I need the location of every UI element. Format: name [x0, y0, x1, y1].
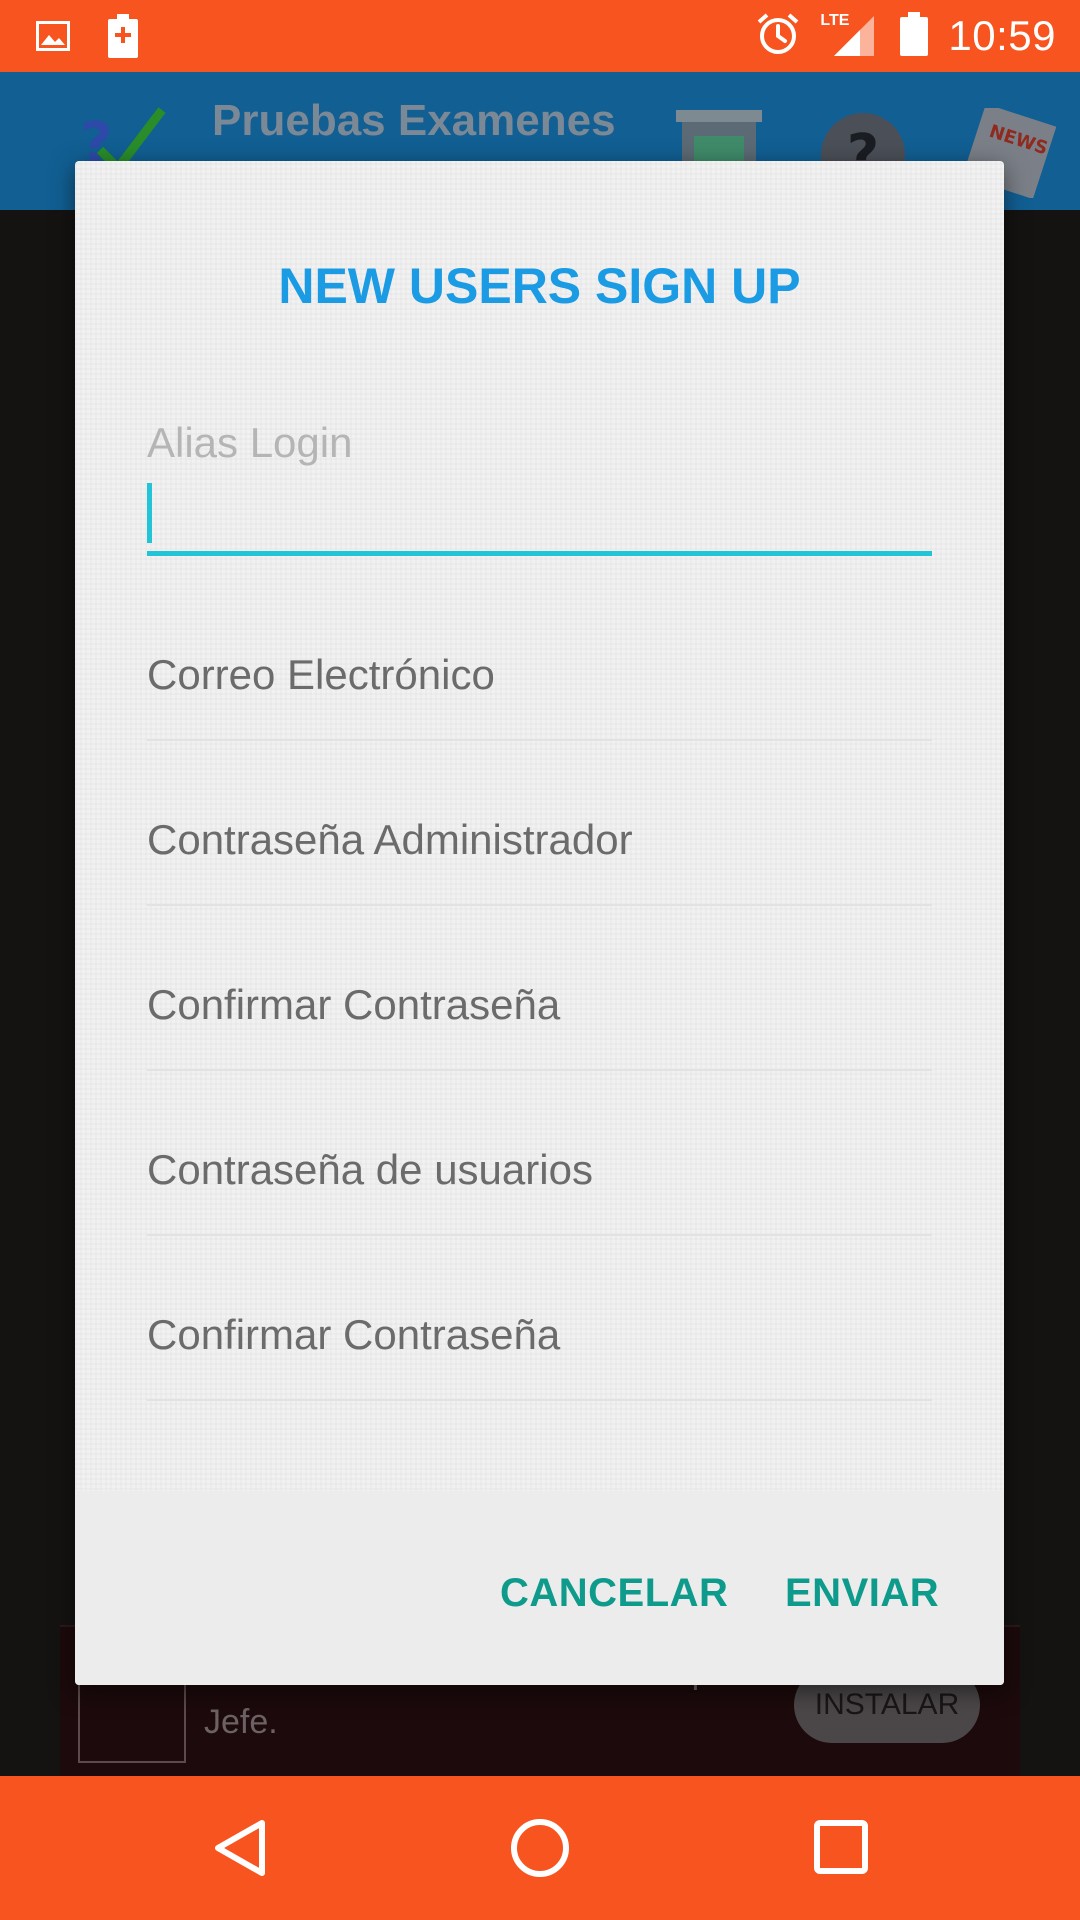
confirm-admin-password-field[interactable]: Confirmar Contraseña	[147, 981, 932, 1071]
admin-password-underline	[147, 904, 932, 906]
confirm-admin-password-underline	[147, 1069, 932, 1071]
users-password-underline	[147, 1234, 932, 1236]
clock: 10:59	[948, 12, 1056, 59]
confirm-users-password-field[interactable]: Confirmar Contraseña	[147, 1311, 932, 1401]
users-password-hint: Contraseña de usuarios	[147, 1146, 593, 1193]
email-field[interactable]: Correo Electrónico	[147, 651, 932, 741]
recents-icon[interactable]	[814, 1820, 868, 1879]
alarm-icon	[756, 12, 800, 61]
alias-login-caret	[147, 483, 152, 543]
confirm-users-password-underline	[147, 1399, 932, 1401]
admin-password-hint: Contraseña Administrador	[147, 816, 633, 863]
status-bar: LTE 10:59	[0, 0, 1080, 72]
app-title: Pruebas Examenes	[212, 96, 616, 145]
image-notification-icon	[36, 21, 70, 56]
send-button[interactable]: ENVIAR	[785, 1571, 939, 1616]
cancel-button[interactable]: CANCELAR	[500, 1571, 728, 1616]
dialog-title: NEW USERS SIGN UP	[278, 258, 801, 314]
admin-password-field[interactable]: Contraseña Administrador	[147, 816, 932, 906]
battery-saver-notification-icon	[108, 14, 138, 63]
back-icon[interactable]	[212, 1818, 268, 1883]
dialog-button-bar: CANCELAR ENVIAR	[75, 1491, 1004, 1685]
lte-signal-icon: LTE	[820, 12, 880, 58]
alias-login-hint: Alias Login	[147, 419, 353, 466]
navigation-bar	[0, 1776, 1080, 1920]
email-underline	[147, 739, 932, 741]
battery-icon	[900, 11, 929, 61]
confirm-users-password-hint: Confirmar Contraseña	[147, 1311, 561, 1358]
users-password-field[interactable]: Contraseña de usuarios	[147, 1146, 932, 1236]
confirm-admin-password-hint: Confirmar Contraseña	[147, 981, 561, 1028]
home-icon[interactable]	[510, 1818, 570, 1883]
alias-login-underline	[147, 551, 932, 556]
email-hint: Correo Electrónico	[147, 651, 495, 698]
signup-dialog: NEW USERS SIGN UP Alias Login Correo Ele…	[75, 161, 1004, 1685]
